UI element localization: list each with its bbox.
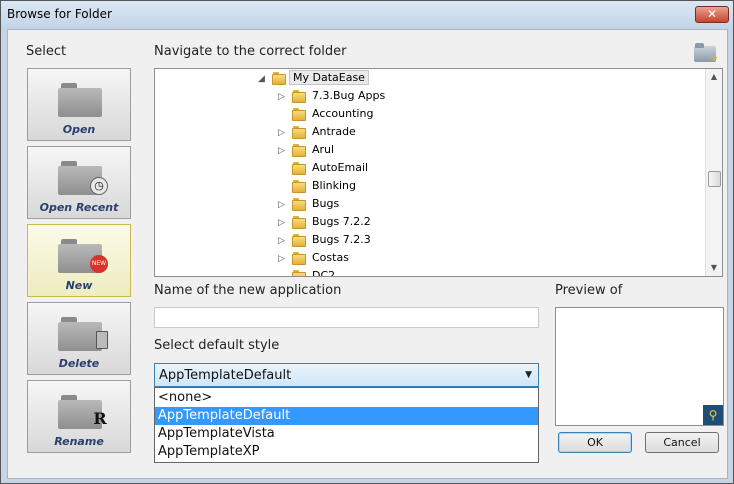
delete-button-label: Delete xyxy=(58,357,100,370)
folder-tree[interactable]: ◢ My DataEase ▷ 7.3.Bug Apps Accounting … xyxy=(154,68,723,277)
folder-icon xyxy=(58,83,102,117)
magnifier-icon[interactable]: ⚲ xyxy=(703,405,723,425)
navigate-heading: Navigate to the correct folder xyxy=(154,44,347,59)
expand-arrow-icon[interactable]: ▷ xyxy=(278,253,288,265)
expand-arrow-icon[interactable]: ▷ xyxy=(278,91,288,103)
tree-item-label: Arul xyxy=(312,143,335,156)
app-name-input[interactable] xyxy=(154,307,539,328)
folder-icon xyxy=(292,90,306,103)
tree-scrollbar[interactable]: ▲ ▼ xyxy=(705,69,722,276)
tree-item-label: Bugs xyxy=(312,197,340,210)
open-recent-button-label: Open Recent xyxy=(39,201,119,214)
tree-item[interactable]: ▷ Arul xyxy=(155,142,705,160)
tree-item[interactable]: ▷ Antrade xyxy=(155,124,705,142)
trash-folder-icon xyxy=(58,317,108,351)
rename-button[interactable]: R Rename xyxy=(27,380,131,453)
tree-item-label: Costas xyxy=(312,251,349,264)
rename-folder-icon: R xyxy=(58,395,107,429)
new-button[interactable]: NEW New xyxy=(27,224,131,297)
style-option[interactable]: AppTemplateVista xyxy=(155,425,538,443)
folder-icon xyxy=(292,198,306,211)
title-bar[interactable]: Browse for Folder ✕ xyxy=(1,1,733,28)
folder-icon xyxy=(292,270,306,276)
tree-item[interactable]: ▷ Bugs xyxy=(155,196,705,214)
style-option-selected[interactable]: AppTemplateDefault xyxy=(155,407,538,425)
style-select-value: AppTemplateDefault xyxy=(159,368,292,383)
tree-item-label: Antrade xyxy=(312,125,356,138)
folder-icon xyxy=(292,252,306,265)
folder-icon xyxy=(292,144,306,157)
preview-pane: ⚲ xyxy=(555,307,724,426)
folder-icon xyxy=(272,72,286,85)
chevron-down-icon[interactable]: ▼ xyxy=(525,370,532,380)
expand-arrow-icon[interactable]: ▷ xyxy=(278,199,288,211)
expand-arrow-icon[interactable]: ▷ xyxy=(278,145,288,157)
folder-icon xyxy=(292,126,306,139)
open-recent-button[interactable]: ◷ Open Recent xyxy=(27,146,131,219)
folder-icon xyxy=(292,180,306,193)
scroll-up-icon[interactable]: ▲ xyxy=(706,69,722,85)
browse-for-folder-dialog: Browse for Folder ✕ Select Open ◷ Open R… xyxy=(0,0,734,484)
open-button-label: Open xyxy=(62,123,96,136)
rename-button-label: Rename xyxy=(54,435,104,448)
folder-icon xyxy=(292,234,306,247)
delete-button[interactable]: Delete xyxy=(27,302,131,375)
select-heading: Select xyxy=(26,44,67,59)
close-icon: ✕ xyxy=(706,7,718,21)
preview-heading: Preview of xyxy=(555,283,623,298)
folder-icon xyxy=(292,216,306,229)
expand-arrow-icon[interactable]: ▷ xyxy=(278,235,288,247)
new-button-label: New xyxy=(65,279,93,292)
style-dropdown-list[interactable]: <none> AppTemplateDefault AppTemplateVis… xyxy=(154,387,539,463)
scroll-thumb[interactable] xyxy=(708,171,721,187)
style-select[interactable]: AppTemplateDefault ▼ xyxy=(154,363,539,387)
tree-item[interactable]: ▷ Bugs 7.2.2 xyxy=(155,214,705,232)
folder-icon xyxy=(292,108,306,121)
tree-item[interactable]: AutoEmail xyxy=(155,160,705,178)
style-option[interactable]: <none> xyxy=(155,389,538,407)
clock-folder-icon: ◷ xyxy=(58,161,108,195)
folder-icon xyxy=(292,162,306,175)
tree-item[interactable]: ▷ Costas xyxy=(155,250,705,268)
cancel-button[interactable]: Cancel xyxy=(645,432,719,453)
tree-item-my-dataease[interactable]: ◢ My DataEase xyxy=(155,70,705,88)
tree-item-label: AutoEmail xyxy=(312,161,369,174)
app-name-heading: Name of the new application xyxy=(154,283,342,298)
tree-item[interactable]: Blinking xyxy=(155,178,705,196)
tree-item-label: 7.3.Bug Apps xyxy=(312,89,386,102)
tree-item-label: Accounting xyxy=(312,107,374,120)
tree-item[interactable]: Accounting xyxy=(155,106,705,124)
tree-item[interactable]: ▷ 7.3.Bug Apps xyxy=(155,88,705,106)
tree-item[interactable]: DC2 xyxy=(155,268,705,277)
tree-item-label: Blinking xyxy=(312,179,357,192)
tree-item-label: DC2 xyxy=(312,269,336,277)
style-option[interactable]: AppTemplateXP xyxy=(155,443,538,461)
ok-button[interactable]: OK xyxy=(558,432,632,453)
tree-item-label: My DataEase xyxy=(289,70,369,85)
new-folder-icon[interactable]: + xyxy=(694,43,720,63)
expand-arrow-icon[interactable]: ▷ xyxy=(278,127,288,139)
tree-item-label: Bugs 7.2.3 xyxy=(312,233,371,246)
expand-arrow-icon[interactable]: ▷ xyxy=(278,217,288,229)
style-heading: Select default style xyxy=(154,338,280,353)
tree-item-label: Bugs 7.2.2 xyxy=(312,215,371,228)
collapse-arrow-icon[interactable]: ◢ xyxy=(258,73,268,85)
close-button[interactable]: ✕ xyxy=(695,6,729,23)
dialog-body: Select Open ◷ Open Recent NEW New Delete… xyxy=(7,29,728,479)
new-folder-icon: NEW xyxy=(58,239,108,273)
open-button[interactable]: Open xyxy=(27,68,131,141)
tree-item[interactable]: ▷ Bugs 7.2.3 xyxy=(155,232,705,250)
window-title: Browse for Folder xyxy=(7,7,112,21)
scroll-down-icon[interactable]: ▼ xyxy=(706,260,722,276)
